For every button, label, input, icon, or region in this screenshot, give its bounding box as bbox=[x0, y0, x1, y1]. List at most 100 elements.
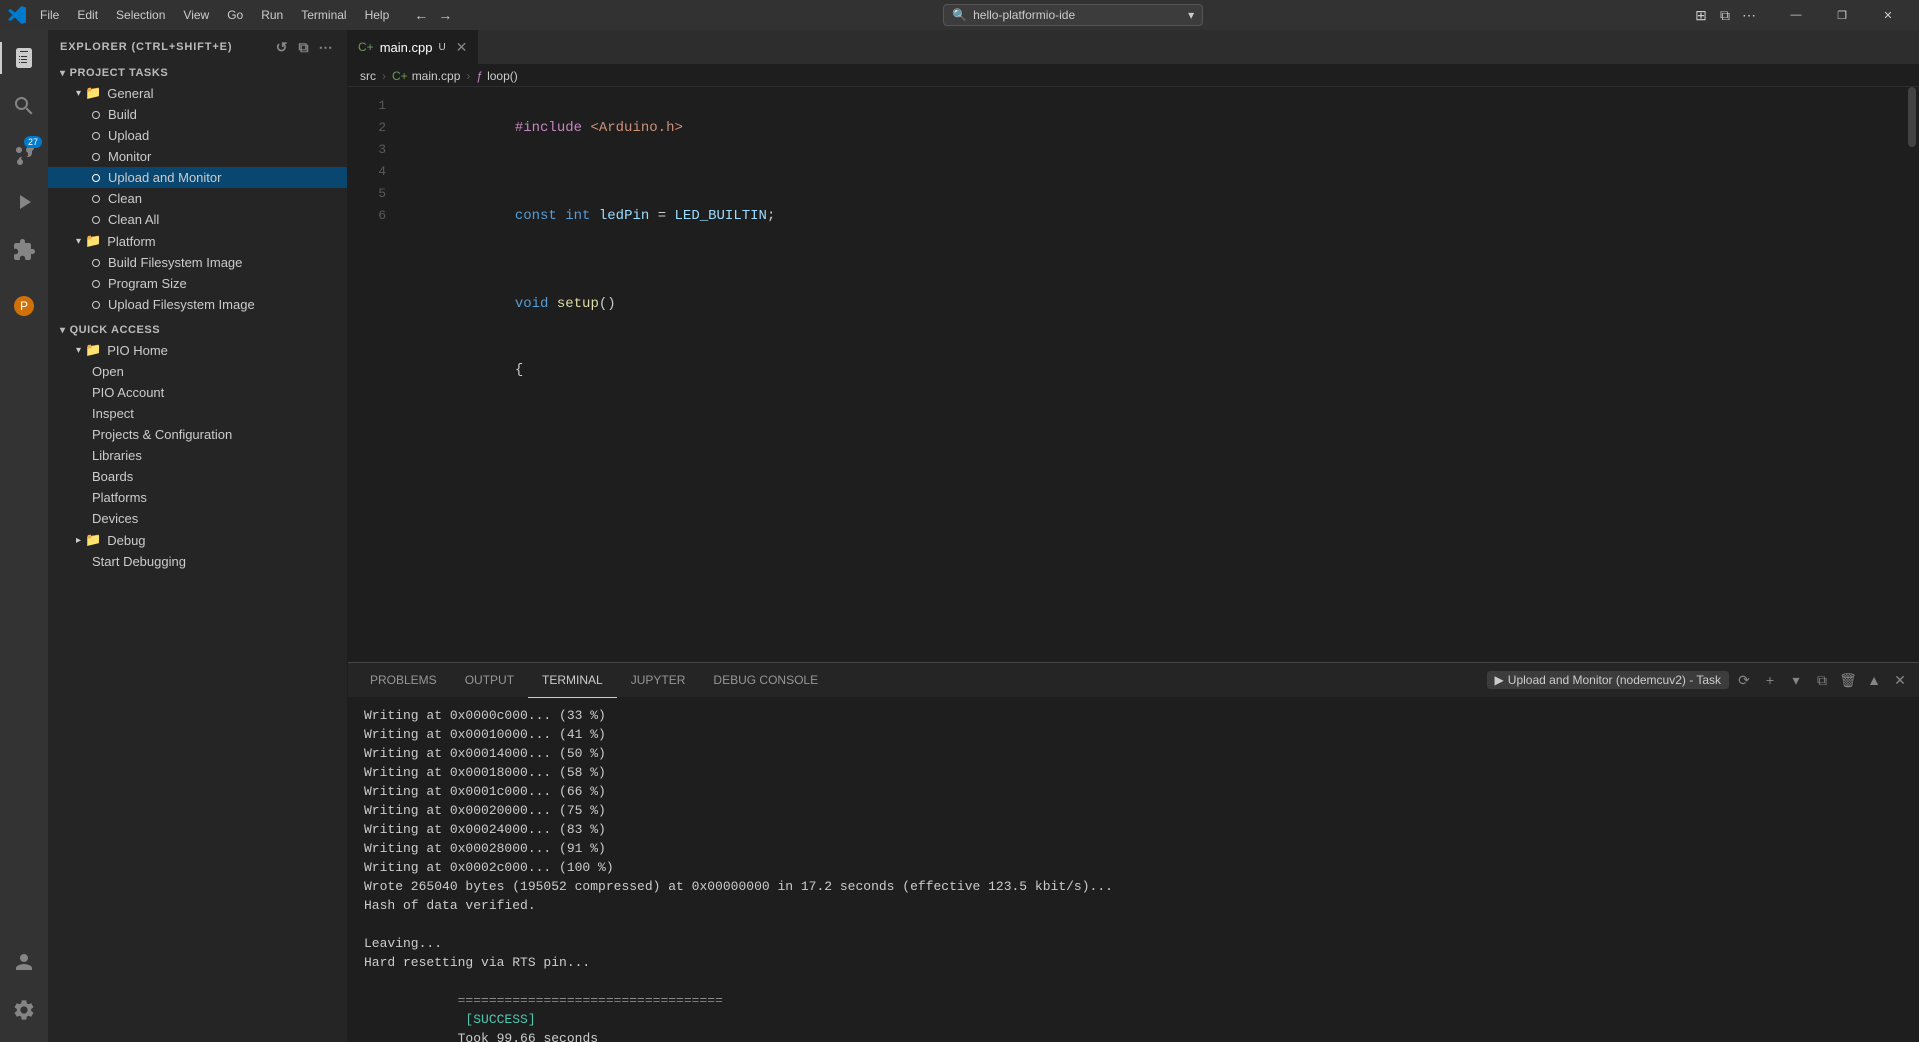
titlebar-right-actions: ⊞ ⧉ ⋯ bbox=[1691, 5, 1759, 25]
pio-devices-label: Devices bbox=[92, 511, 138, 526]
task-build[interactable]: Build bbox=[48, 104, 347, 125]
line-numbers: 1 2 3 4 5 6 bbox=[348, 87, 398, 662]
activity-run[interactable] bbox=[0, 178, 48, 226]
activity-explorer[interactable] bbox=[0, 34, 48, 82]
editor-scrollbar[interactable] bbox=[1905, 87, 1919, 662]
debug-start[interactable]: Start Debugging bbox=[48, 551, 347, 572]
code-editor[interactable]: 1 2 3 4 5 6 #include <Arduino.h> const i… bbox=[348, 87, 1919, 662]
pio-projects-config[interactable]: Projects & Configuration bbox=[48, 424, 347, 445]
task-upload-fs[interactable]: Upload Filesystem Image bbox=[48, 294, 347, 315]
close-panel-button[interactable]: ✕ bbox=[1889, 669, 1911, 691]
nav-back[interactable]: ← bbox=[411, 5, 431, 25]
breadcrumb-src[interactable]: src bbox=[360, 69, 376, 83]
tab-terminal[interactable]: TERMINAL bbox=[528, 663, 617, 698]
dropdown-button[interactable]: ▾ bbox=[1785, 669, 1807, 691]
pio-devices[interactable]: Devices bbox=[48, 508, 347, 529]
menu-run[interactable]: Run bbox=[253, 6, 291, 24]
tab-output[interactable]: OUTPUT bbox=[451, 663, 528, 698]
terminal-line-10: Hash of data verified. bbox=[364, 896, 1903, 915]
activity-platformio[interactable]: P bbox=[0, 282, 48, 330]
sidebar-title: Explorer (Ctrl+Shift+E) bbox=[60, 41, 232, 53]
activity-accounts[interactable] bbox=[0, 938, 48, 986]
tab-problems[interactable]: PROBLEMS bbox=[356, 663, 451, 698]
activity-extensions[interactable] bbox=[0, 226, 48, 274]
close-button[interactable]: ✕ bbox=[1865, 0, 1911, 30]
debug-group[interactable]: ▸ 📁 Debug bbox=[48, 529, 347, 551]
menu-bar: File Edit Selection View Go Run Terminal… bbox=[32, 6, 397, 24]
tab-modified-indicator: U bbox=[438, 42, 445, 53]
task-build-fs[interactable]: Build Filesystem Image bbox=[48, 252, 347, 273]
debug-start-label: Start Debugging bbox=[92, 554, 186, 569]
activity-search[interactable] bbox=[0, 82, 48, 130]
folder-icon: 📁 bbox=[85, 233, 101, 249]
activity-source-control[interactable]: 27 bbox=[0, 130, 48, 178]
terminal-content[interactable]: Writing at 0x0000c000... (33 %) Writing … bbox=[348, 698, 1919, 1042]
quick-access-section[interactable]: ▾ QUICK ACCESS bbox=[48, 321, 347, 339]
search-area: 🔍 hello-platformio-ide ▾ bbox=[461, 4, 1685, 26]
search-box[interactable]: 🔍 hello-platformio-ide ▾ bbox=[943, 4, 1203, 26]
more-icon[interactable]: ⋯ bbox=[1739, 5, 1759, 25]
code-lines: #include <Arduino.h> const int ledPin = … bbox=[398, 87, 1905, 662]
tab-jupyter[interactable]: JUPYTER bbox=[617, 663, 700, 698]
task-monitor[interactable]: Monitor bbox=[48, 146, 347, 167]
collapse-button[interactable]: ⧉ bbox=[295, 38, 313, 56]
tab-close-button[interactable]: ✕ bbox=[456, 39, 468, 56]
split-terminal-button[interactable]: ⧉ bbox=[1811, 669, 1833, 691]
task-clean-all[interactable]: Clean All bbox=[48, 209, 347, 230]
breadcrumb-loop[interactable]: ƒ loop() bbox=[476, 69, 517, 83]
layout-icon[interactable]: ⊞ bbox=[1691, 5, 1711, 25]
pio-boards-label: Boards bbox=[92, 469, 133, 484]
sidebar-header: Explorer (Ctrl+Shift+E) ↺ ⧉ ⋯ bbox=[48, 30, 347, 64]
menu-edit[interactable]: Edit bbox=[69, 6, 106, 24]
breadcrumb: src › C+ main.cpp › ƒ loop() bbox=[348, 65, 1919, 87]
task-label: ▶ Upload and Monitor (nodemcuv2) - Task bbox=[1487, 671, 1729, 689]
general-group[interactable]: ▾ 📁 General bbox=[48, 82, 347, 104]
chevron-down-icon: ▾ bbox=[76, 236, 81, 247]
task-upload[interactable]: Upload bbox=[48, 125, 347, 146]
maximize-button[interactable]: ❐ bbox=[1819, 0, 1865, 30]
menu-selection[interactable]: Selection bbox=[108, 6, 173, 24]
task-program-size[interactable]: Program Size bbox=[48, 273, 347, 294]
split-editor-icon[interactable]: ⧉ bbox=[1715, 5, 1735, 25]
minimize-button[interactable]: — bbox=[1773, 0, 1819, 30]
tab-debug-console[interactable]: DEBUG CONSOLE bbox=[699, 663, 832, 698]
general-label: General bbox=[107, 86, 153, 101]
pio-account[interactable]: PIO Account bbox=[48, 382, 347, 403]
refresh-button[interactable]: ↺ bbox=[273, 38, 291, 56]
menu-file[interactable]: File bbox=[32, 6, 67, 24]
menu-go[interactable]: Go bbox=[219, 6, 251, 24]
project-tasks-section[interactable]: ▾ PROJECT TASKS bbox=[48, 64, 347, 82]
scrollbar-thumb bbox=[1908, 87, 1916, 147]
cpp-file-icon: C+ bbox=[358, 40, 374, 54]
task-clean[interactable]: Clean bbox=[48, 188, 347, 209]
menu-terminal[interactable]: Terminal bbox=[293, 6, 354, 24]
activity-settings[interactable] bbox=[0, 986, 48, 1034]
pio-home-group[interactable]: ▾ 📁 PIO Home bbox=[48, 339, 347, 361]
add-terminal-button[interactable]: + bbox=[1759, 669, 1781, 691]
editor-area: C+ main.cpp U ✕ src › C+ main.cpp › ƒ lo… bbox=[348, 30, 1919, 1042]
cycle-terminal-button[interactable]: ⟳ bbox=[1733, 669, 1755, 691]
breadcrumb-maincpp[interactable]: C+ main.cpp bbox=[392, 69, 460, 83]
maximize-panel-button[interactable]: ▲ bbox=[1863, 669, 1885, 691]
pio-inspect[interactable]: Inspect bbox=[48, 403, 347, 424]
pio-platforms[interactable]: Platforms bbox=[48, 487, 347, 508]
task-build-fs-label: Build Filesystem Image bbox=[108, 255, 242, 270]
code-line-4 bbox=[414, 249, 1905, 271]
pio-boards[interactable]: Boards bbox=[48, 466, 347, 487]
task-icon bbox=[92, 111, 100, 119]
pio-home-label: PIO Home bbox=[107, 343, 168, 358]
menu-help[interactable]: Help bbox=[357, 6, 398, 24]
titlebar: File Edit Selection View Go Run Terminal… bbox=[0, 0, 1919, 30]
tab-main-cpp[interactable]: C+ main.cpp U ✕ bbox=[348, 30, 478, 64]
platform-group[interactable]: ▾ 📁 Platform bbox=[48, 230, 347, 252]
pio-libraries[interactable]: Libraries bbox=[48, 445, 347, 466]
menu-view[interactable]: View bbox=[175, 6, 217, 24]
more-options-button[interactable]: ⋯ bbox=[317, 38, 335, 56]
nav-forward[interactable]: → bbox=[435, 5, 455, 25]
task-upload-monitor[interactable]: Upload and Monitor bbox=[48, 167, 347, 188]
pio-open[interactable]: Open bbox=[48, 361, 347, 382]
quick-access-label: QUICK ACCESS bbox=[70, 324, 161, 336]
terminal-line-4: Writing at 0x0001c000... (66 %) bbox=[364, 782, 1903, 801]
trash-button[interactable]: 🗑 bbox=[1837, 669, 1859, 691]
code-container: 1 2 3 4 5 6 #include <Arduino.h> const i… bbox=[348, 87, 1919, 1042]
